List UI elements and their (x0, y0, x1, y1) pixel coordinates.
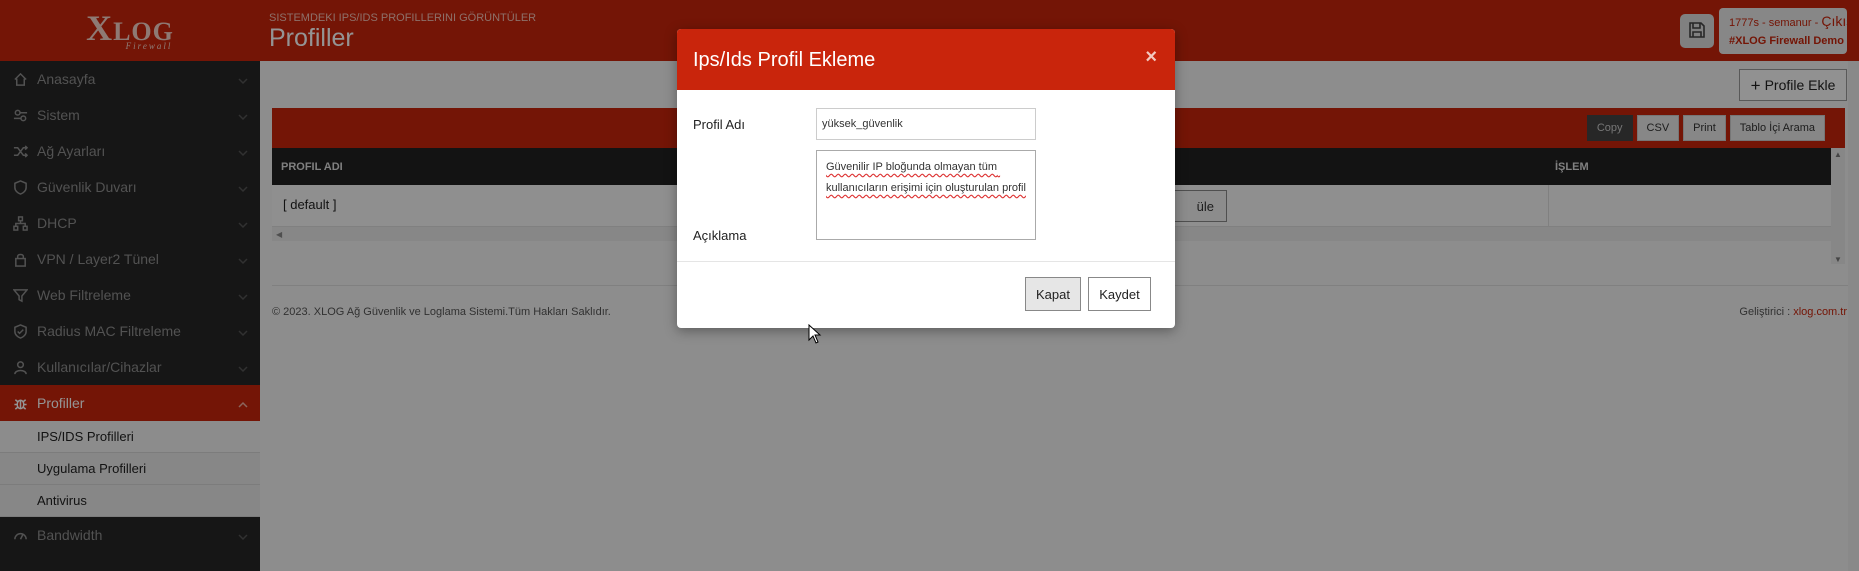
modal-footer: Kapat Kaydet (677, 262, 1175, 328)
mouse-cursor-icon (808, 324, 822, 344)
profile-name-label: Profil Adı (693, 117, 746, 132)
close-icon[interactable]: × (1145, 46, 1157, 69)
save-button[interactable]: Kaydet (1088, 277, 1151, 311)
close-button[interactable]: Kapat (1025, 277, 1081, 311)
modal-title: Ips/Ids Profil Ekleme (693, 49, 876, 71)
modal-header: Ips/Ids Profil Ekleme × (677, 29, 1175, 90)
modal-body: Profil Adı Açıklama Güvenilir IP bloğund… (677, 90, 1175, 262)
profile-name-input[interactable] (816, 108, 1036, 140)
description-label: Açıklama (693, 228, 747, 243)
description-textarea[interactable]: Güvenilir IP bloğunda olmayan tüm kullan… (816, 150, 1036, 240)
add-profile-modal: Ips/Ids Profil Ekleme × Profil Adı Açıkl… (677, 29, 1175, 328)
